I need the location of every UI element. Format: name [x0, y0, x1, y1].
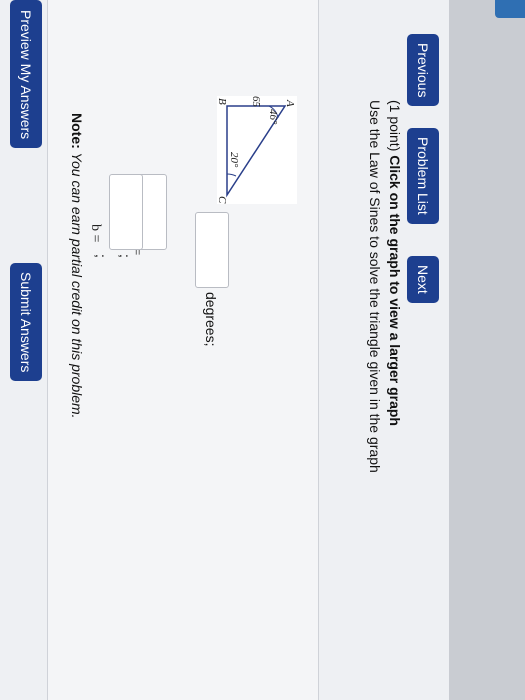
side-c-label: 65	[250, 96, 262, 108]
problem-prompt: Use the Law of Sines to solve the triang…	[367, 100, 383, 473]
sidebar-tab[interactable]	[495, 0, 525, 18]
webwork-screen: Previous Problem List Next (1 point) Cli…	[0, 0, 525, 700]
triangle-graph[interactable]: A B C 46° 20° 65	[216, 96, 297, 204]
vertex-a-label: A	[284, 99, 296, 107]
note-text: You can earn partial credit on this prob…	[69, 148, 85, 419]
side-b-label: b =	[88, 224, 103, 243]
side-b-suffix: ;	[93, 254, 109, 258]
angle-c-unit: degrees;	[203, 292, 219, 347]
vertex-b-label: B	[217, 98, 228, 105]
problem-header: (1 point) Click on the graph to view a l…	[387, 100, 403, 426]
submit-answers-button[interactable]: Submit Answers	[10, 263, 42, 382]
main-content: Previous Problem List Next (1 point) Cli…	[0, 0, 449, 700]
preview-answers-button[interactable]: Preview My Answers	[10, 0, 42, 149]
angle-c-input[interactable]	[195, 212, 229, 288]
angle-b-arc	[226, 173, 237, 177]
partial-credit-note: Note: You can earn partial credit on thi…	[69, 113, 85, 419]
vertex-c-label: C	[217, 196, 228, 204]
side-a-suffix: ;	[117, 254, 133, 258]
problem-instruction: Click on the graph to view a larger grap…	[387, 155, 403, 426]
sidebar	[0, 0, 525, 700]
triangle-svg: A B C 46° 20° 65	[216, 96, 296, 204]
note-label: Note:	[69, 113, 85, 149]
angle-b-label: 20°	[228, 152, 240, 168]
angle-a-label: 46°	[267, 109, 279, 125]
problem-list-button[interactable]: Problem List	[407, 128, 439, 224]
previous-button[interactable]: Previous	[407, 34, 439, 107]
next-button[interactable]: Next	[407, 256, 439, 303]
side-b-input[interactable]	[109, 174, 143, 250]
problem-points: (1 point)	[387, 100, 403, 152]
